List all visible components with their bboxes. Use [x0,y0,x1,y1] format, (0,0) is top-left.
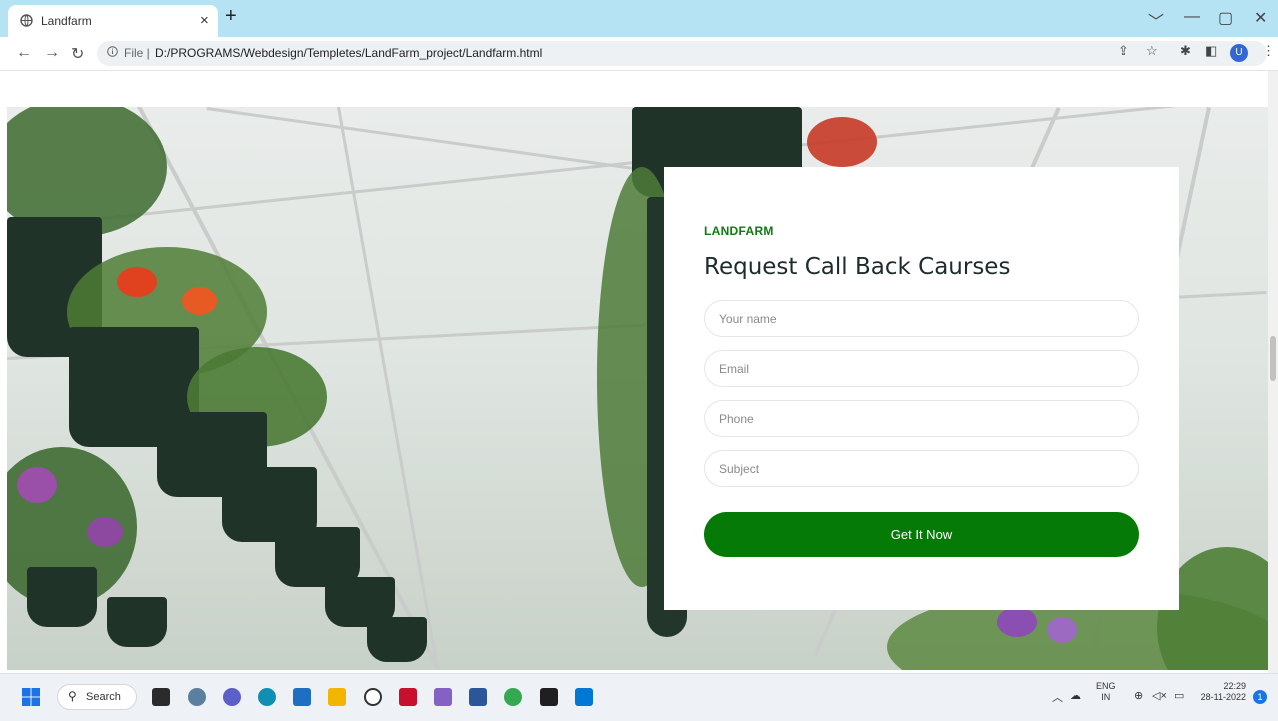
volume-icon[interactable]: ◁× [1152,689,1167,702]
browser-tab[interactable]: Landfarm × [8,5,218,37]
onedrive-icon[interactable]: ☁ [1070,689,1081,702]
terminal-icon[interactable] [540,688,558,706]
forward-icon[interactable]: → [44,44,60,62]
search-icon: ⚲ [68,689,77,703]
url-text[interactable]: D:/PROGRAMS/Webdesign/Templetes/LandFarm… [155,46,542,60]
region-code: IN [1101,692,1111,702]
search-label: Search [86,691,121,703]
browser-tab-strip: Landfarm × + ﹀ — ▢ ✕ [0,0,1278,37]
clock-date: 28-11-2022 [1200,692,1246,702]
side-panel-icon[interactable]: ◧ [1205,43,1217,59]
scrollbar-thumb[interactable] [1270,336,1276,381]
email-input[interactable] [704,350,1139,387]
clock[interactable]: 22:29 28-11-2022 [1196,681,1246,703]
globe-icon [20,14,33,27]
network-icon[interactable]: ⊕ [1134,689,1143,702]
page-viewport: LANDFARM Request Call Back Caurses Get I… [0,71,1268,673]
file-scheme-label: File | [124,46,150,60]
menu-icon[interactable]: ⋮ [1262,43,1275,59]
tray-overflow-icon[interactable]: ︿ [1052,689,1063,705]
phone-input[interactable] [704,400,1139,437]
share-icon[interactable]: ⇪ [1118,43,1129,59]
close-window-button[interactable]: ✕ [1254,8,1267,28]
dell-icon[interactable] [364,688,382,706]
browser-toolbar: ← → ↻ File | D:/PROGRAMS/Webdesign/Templ… [0,37,1278,71]
clock-time: 22:29 [1223,681,1246,691]
windows-start-icon[interactable] [22,688,40,706]
chrome-icon[interactable] [504,688,522,706]
store-icon[interactable] [293,688,311,706]
bookmark-star-icon[interactable]: ☆ [1146,43,1158,59]
close-tab-icon[interactable]: × [200,12,209,29]
edge-icon[interactable] [258,688,276,706]
visual-studio-icon[interactable] [434,688,452,706]
brand-label: LANDFARM [704,224,774,238]
language-code: ENG [1096,681,1116,691]
taskbar-search[interactable]: ⚲ Search [57,684,137,710]
subject-input[interactable] [704,450,1139,487]
vscode-icon[interactable] [575,688,593,706]
tab-search-icon[interactable]: ﹀ [1148,8,1164,32]
new-tab-button[interactable]: + [225,5,237,28]
form-heading: Request Call Back Caurses [704,254,1011,280]
windows-taskbar: ⚲ Search ︿ ☁ ENG IN ⊕ ◁× ▭ 22:29 28-11-2… [0,673,1278,721]
reload-icon[interactable]: ↻ [71,44,84,64]
name-input[interactable] [704,300,1139,337]
callback-form-card: LANDFARM Request Call Back Caurses Get I… [664,167,1179,610]
info-icon [107,46,118,57]
battery-icon[interactable]: ▭ [1174,689,1184,702]
language-indicator[interactable]: ENG IN [1096,681,1116,703]
back-icon[interactable]: ← [16,44,32,62]
tab-title: Landfarm [41,14,92,28]
word-icon[interactable] [469,688,487,706]
page-scrollbar[interactable] [1268,71,1278,673]
chat-icon[interactable] [223,688,241,706]
file-explorer-icon[interactable] [328,688,346,706]
get-it-now-button[interactable]: Get It Now [704,512,1139,557]
mcafee-icon[interactable] [399,688,417,706]
notification-badge[interactable]: 1 [1253,690,1267,704]
address-bar[interactable]: File | D:/PROGRAMS/Webdesign/Templetes/L… [97,41,1267,66]
minimize-button[interactable]: — [1184,8,1200,26]
task-view-icon[interactable] [152,688,170,706]
extensions-icon[interactable]: ✱ [1180,43,1191,59]
maximize-button[interactable]: ▢ [1218,8,1233,28]
profile-avatar[interactable]: U [1230,44,1248,62]
widgets-icon[interactable] [188,688,206,706]
